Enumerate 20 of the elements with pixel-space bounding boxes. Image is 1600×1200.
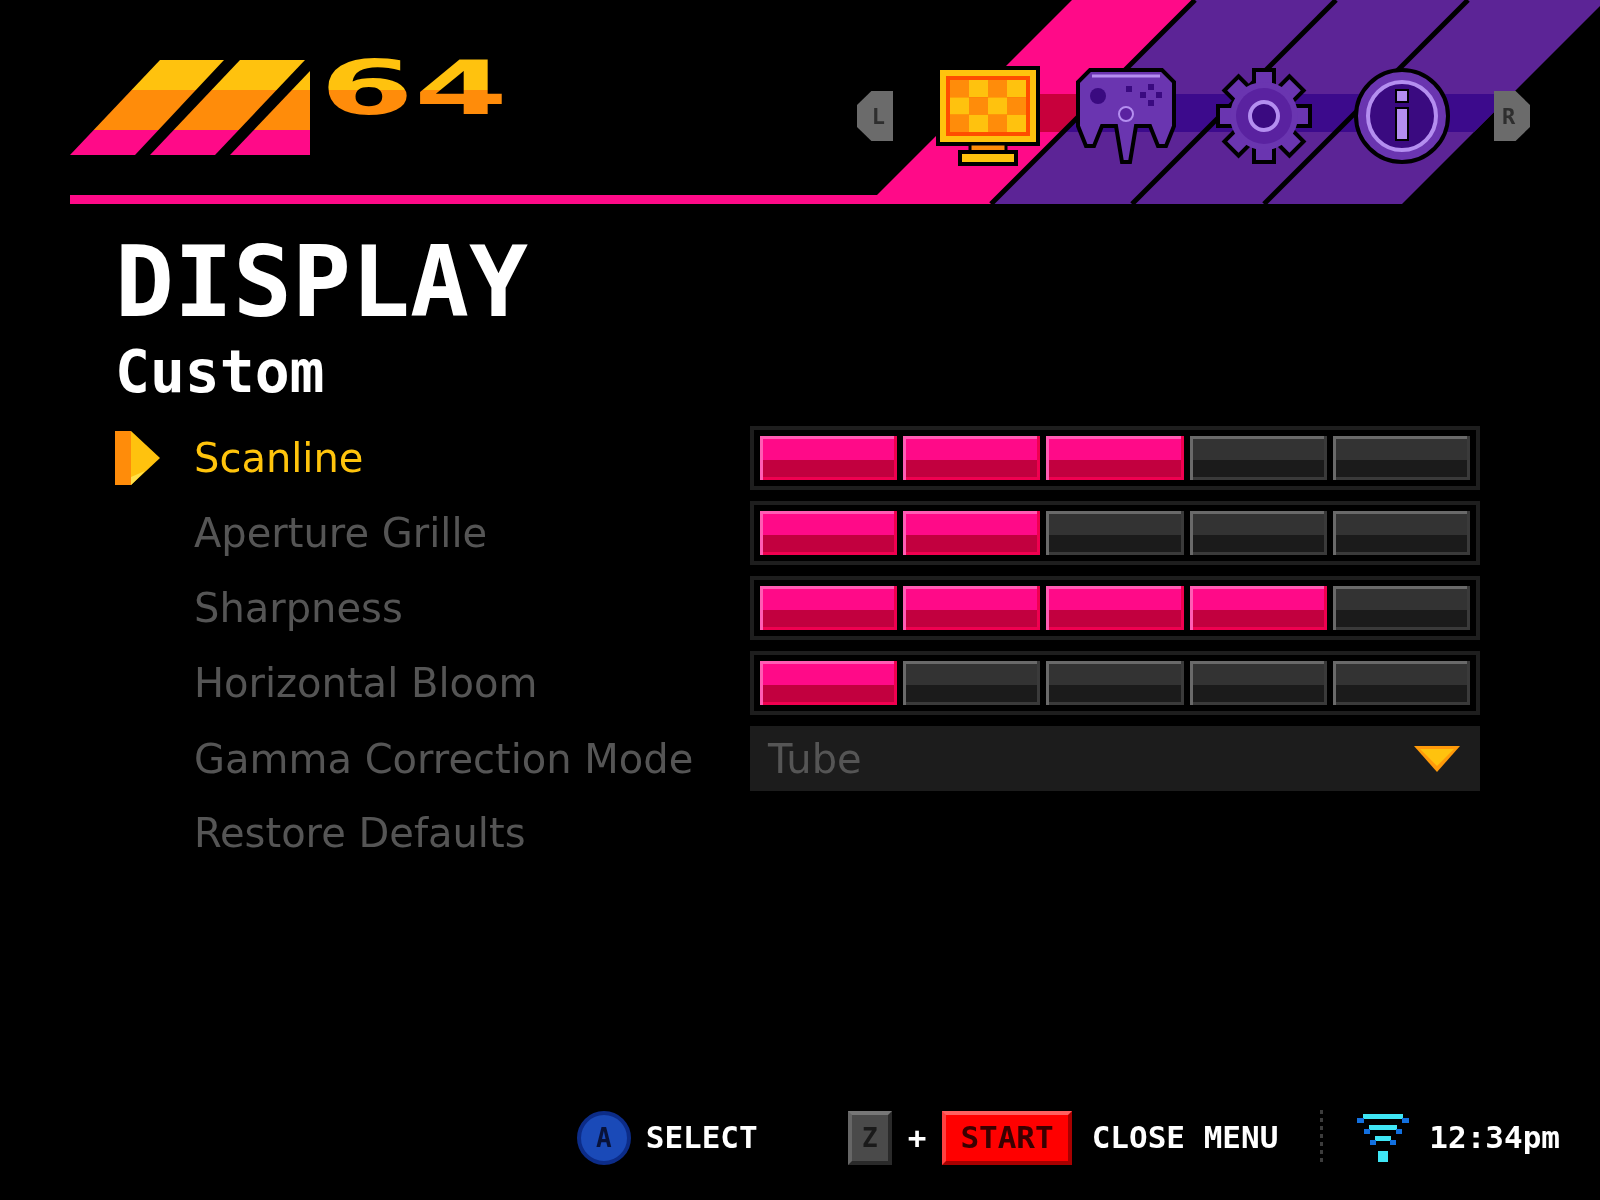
display-tab[interactable] — [936, 66, 1040, 166]
caret-icon — [1414, 745, 1460, 772]
round-controller-key: A — [576, 1110, 631, 1165]
clock-time: 12:34pm — [1429, 1122, 1560, 1153]
monitor-icon — [936, 66, 1040, 166]
hint-label: SELECT — [645, 1122, 758, 1153]
page-title: DISPLAY — [115, 233, 528, 331]
option-label[interactable]: Restore Defaults — [194, 813, 526, 853]
page-subtitle: Custom — [115, 343, 325, 401]
plus-sign: + — [907, 1122, 927, 1153]
dropdown[interactable]: Tube — [750, 726, 1480, 791]
option-label[interactable]: Gamma Correction Mode — [194, 738, 694, 779]
hint-label: CLOSE MENU — [1091, 1122, 1279, 1153]
start-key: START — [942, 1110, 1072, 1165]
cursor-arrow-icon — [115, 431, 160, 485]
next-tab-key[interactable]: R — [1494, 91, 1530, 141]
option-label[interactable]: Horizontal Bloom — [194, 663, 538, 703]
option-label[interactable]: Scanline — [194, 438, 364, 478]
previous-tab-key[interactable]: L — [857, 91, 893, 141]
wifi-icon — [1357, 1113, 1410, 1162]
